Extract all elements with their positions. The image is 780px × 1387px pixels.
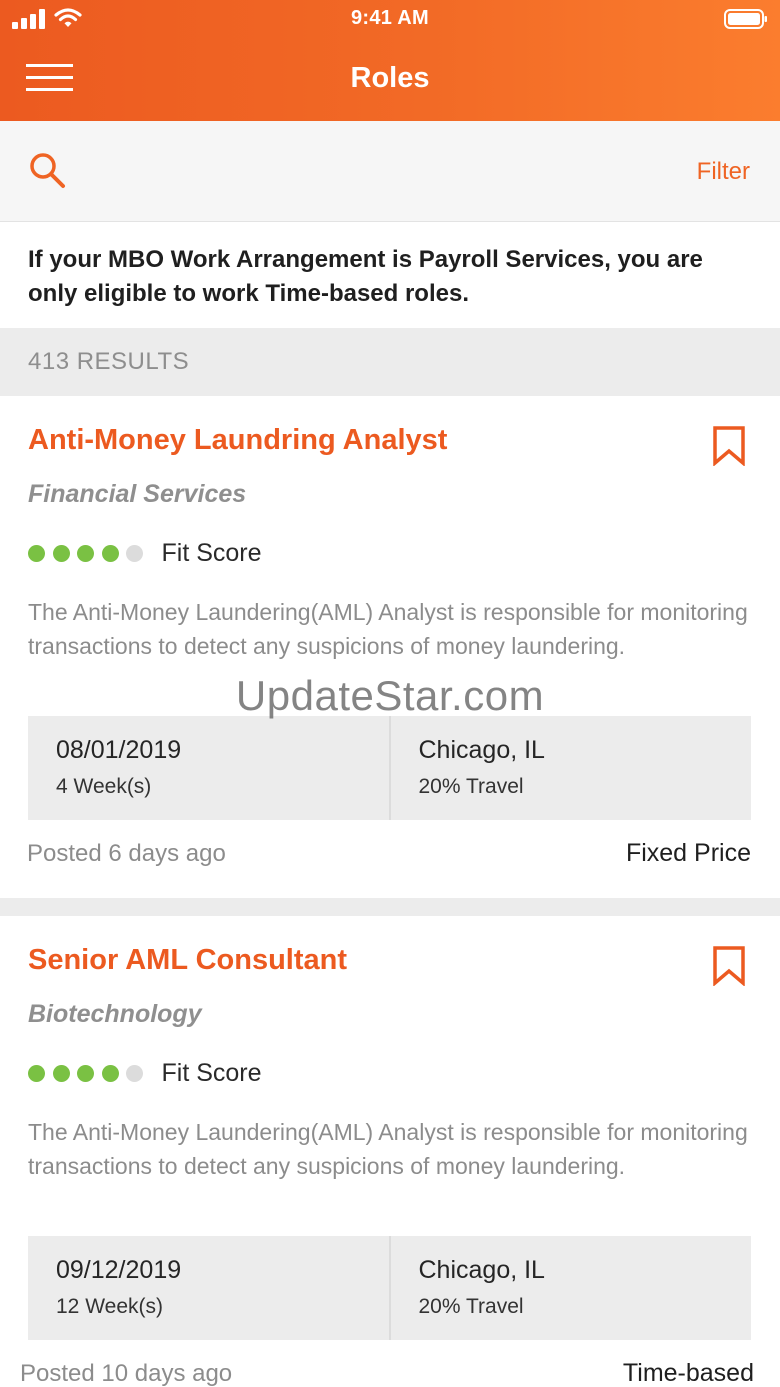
role-description: The Anti-Money Laundering(AML) Analyst i…: [28, 599, 748, 659]
results-count: 413 RESULTS: [0, 328, 780, 396]
fit-dot: [28, 544, 45, 562]
start-date: 09/12/2019: [56, 1256, 182, 1284]
travel: 20% Travel: [418, 1295, 524, 1318]
posted-time: Posted 6 days ago: [27, 840, 226, 867]
card-divider: [0, 898, 780, 916]
price-type: Time-based: [622, 1359, 754, 1387]
search-icon[interactable]: [28, 151, 68, 191]
role-schedule: 08/01/2019 4 Week(s): [28, 716, 389, 820]
role-card[interactable]: Anti-Money Laundring Analyst Financial S…: [0, 396, 780, 898]
location: Chicago, IL: [418, 1256, 545, 1284]
fit-dot: [28, 1064, 45, 1082]
role-location: Chicago, IL 20% Travel: [388, 716, 752, 820]
fit-dot: [52, 544, 70, 562]
price-type: Fixed Price: [625, 839, 751, 867]
fit-dot: [52, 1064, 70, 1082]
role-details: 08/01/2019 4 Week(s) Chicago, IL 20% Tra…: [28, 716, 751, 820]
duration: 12 Week(s): [56, 1295, 163, 1318]
fit-score-label: Fit Score: [161, 1058, 262, 1087]
start-date: 08/01/2019: [56, 736, 182, 764]
filter-button[interactable]: Filter: [697, 158, 750, 186]
fit-dot: [77, 544, 94, 562]
travel: 20% Travel: [418, 775, 524, 798]
status-time: 9:41 AM: [350, 7, 430, 29]
search-bar: Filter: [0, 121, 780, 222]
role-title[interactable]: Anti-Money Laundring Analyst: [28, 424, 447, 457]
fit-score: Fit Score: [28, 1058, 262, 1088]
role-industry: Biotechnology: [28, 1000, 202, 1028]
bookmark-icon[interactable]: [712, 946, 746, 986]
fit-score: Fit Score: [28, 538, 262, 568]
eligibility-notice: If your MBO Work Arrangement is Payroll …: [0, 222, 780, 328]
role-industry: Financial Services: [28, 480, 247, 508]
page-title: Roles: [350, 62, 430, 94]
app-header: 9:41 AM Roles: [0, 0, 780, 121]
role-description: The Anti-Money Laundering(AML) Analyst i…: [28, 1119, 748, 1179]
duration: 4 Week(s): [56, 775, 152, 798]
fit-dot: [126, 544, 143, 562]
fit-dot: [126, 1064, 143, 1082]
fit-dot: [101, 544, 119, 562]
battery-icon: [724, 9, 767, 29]
role-schedule: 09/12/2019 12 Week(s): [28, 1236, 389, 1340]
role-details: 09/12/2019 12 Week(s) Chicago, IL 20% Tr…: [28, 1236, 751, 1340]
role-location: Chicago, IL 20% Travel: [388, 1236, 752, 1340]
fit-score-label: Fit Score: [161, 538, 262, 567]
watermark-text: UpdateStar.com: [235, 672, 545, 719]
fit-dot: [77, 1064, 94, 1082]
posted-time: Posted 10 days ago: [20, 1360, 233, 1387]
location: Chicago, IL: [418, 736, 545, 764]
bookmark-icon[interactable]: [712, 426, 746, 466]
role-card[interactable]: Senior AML Consultant Biotechnology Fit …: [0, 916, 780, 1387]
fit-dot: [101, 1064, 119, 1082]
role-title[interactable]: Senior AML Consultant: [28, 944, 347, 977]
